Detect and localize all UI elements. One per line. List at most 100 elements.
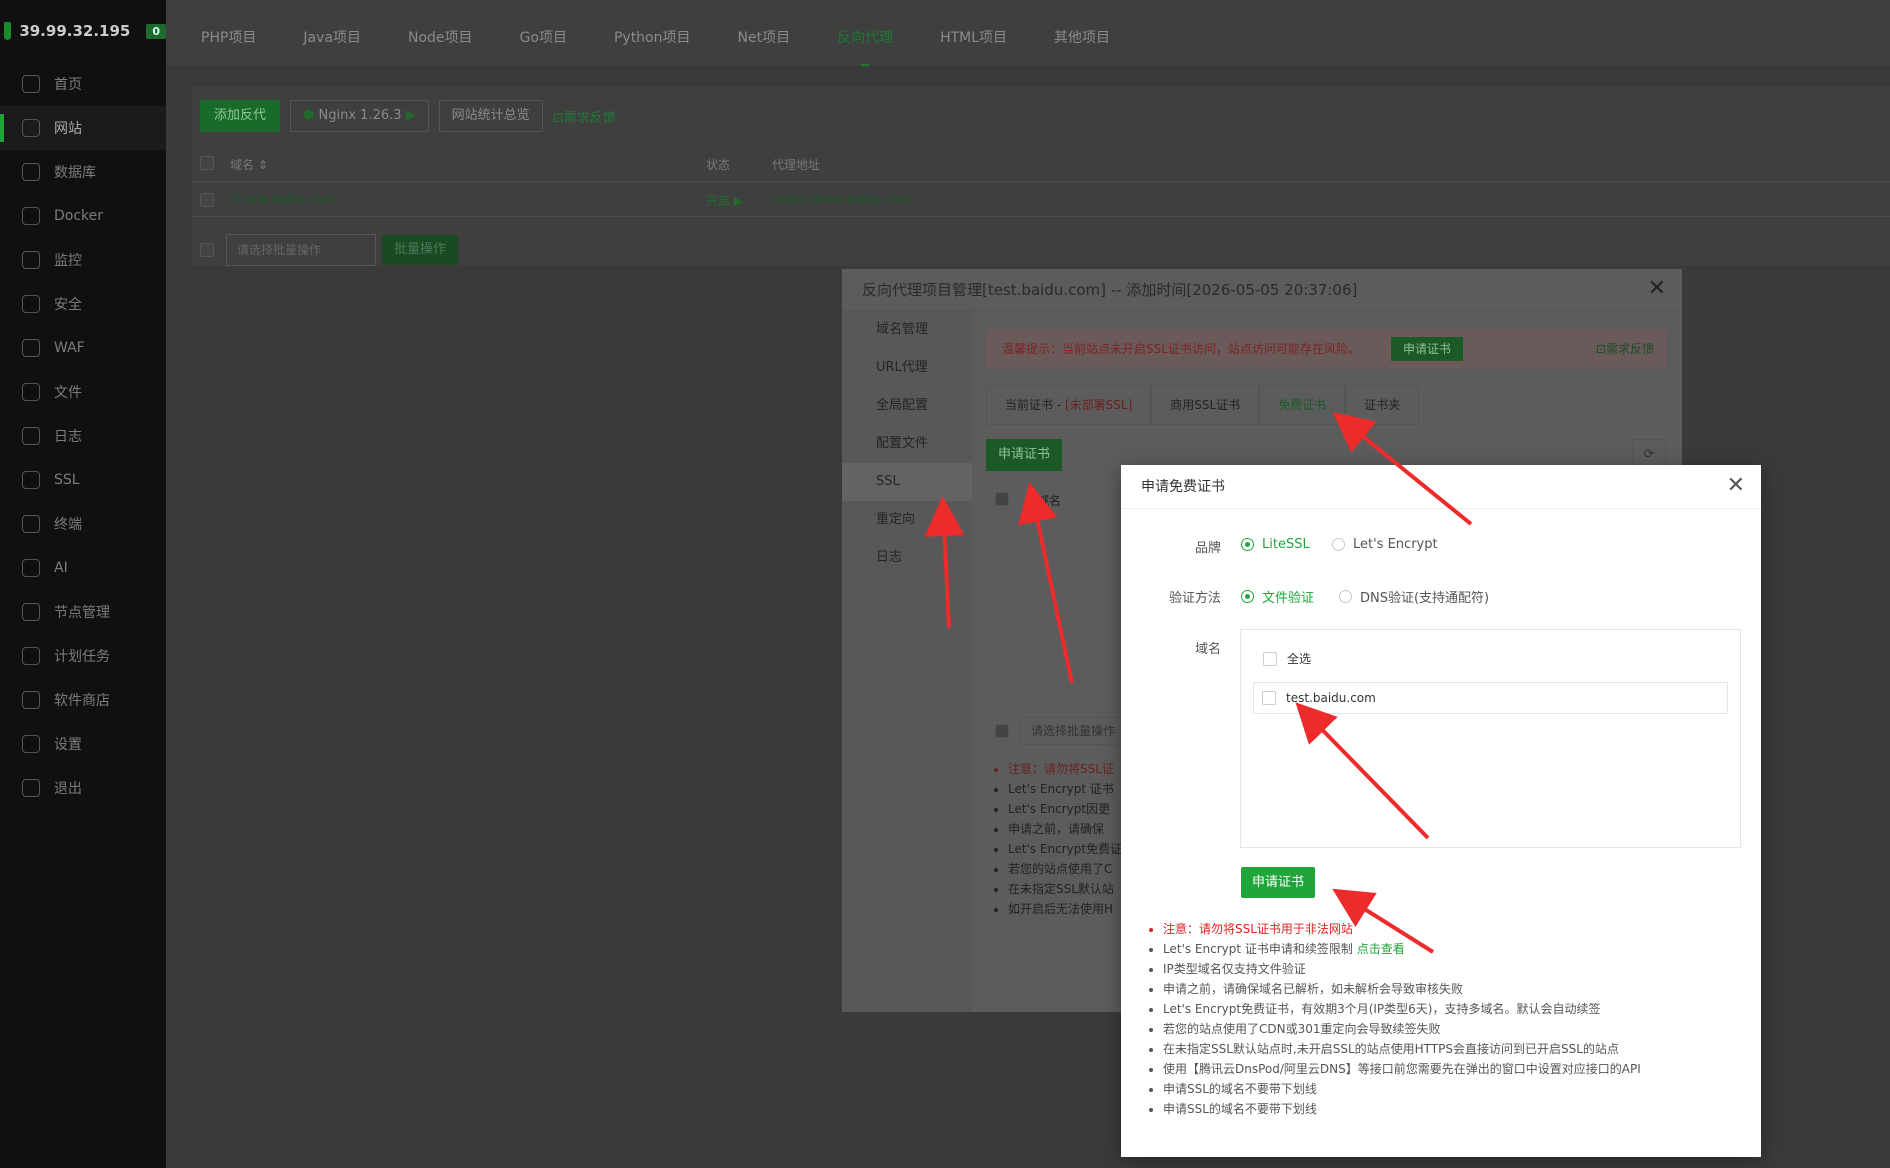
sidebar-item[interactable]: 节点管理 [0,590,166,634]
sidebar-item[interactable]: AI [0,546,166,590]
select-all-checkbox[interactable] [200,156,214,170]
proxy-nav-item[interactable]: SSL [842,463,972,501]
add-proxy-button[interactable]: 添加反代 [200,100,281,132]
sidebar-item-label: Docker [54,208,104,224]
sidebar-item-icon [22,735,40,753]
note-item: 申请SSL的域名不要带下划线 [1163,1079,1743,1099]
brand-letsencrypt-radio[interactable]: Let's Encrypt [1332,537,1438,552]
proxy-project-title: 反向代理项目管理[test.baidu.com] -- 添加时间[2026-05… [842,269,1682,311]
sidebar-item[interactable]: 日志 [0,414,166,458]
row-status[interactable]: 开启 ▶ [706,192,743,209]
select-all-label: 全选 [1287,652,1312,666]
proxy-nav-item[interactable]: 日志 [842,539,972,577]
sidebar-item[interactable]: Docker [0,194,166,238]
proxy-nav-item[interactable]: URL代理 [842,349,972,387]
warning-apply-button[interactable]: 申请证书 [1391,337,1464,361]
proj-note-item: Let's Encrypt免费证 [1008,839,1122,859]
tab-cert-folder[interactable]: 证书夹 [1345,385,1420,424]
nginx-version-button[interactable]: ⬢ Nginx 1.26.3 ▶ [290,100,429,132]
server-ip: 39.99.32.195 [19,22,131,40]
sidebar-item[interactable]: 首页 [0,62,166,106]
tab-current-cert[interactable]: 当前证书 - [未部署SSL] [986,385,1152,424]
tab-current-cert-status: [未部署SSL] [1064,398,1133,412]
batch-checkbox[interactable] [200,243,214,257]
proj-note-item: 若您的站点使用了C [1008,859,1122,879]
sidebar-item[interactable]: 文件 [0,370,166,414]
sidebar-item[interactable]: 监控 [0,238,166,282]
sidebar-item[interactable]: 计划任务 [0,634,166,678]
note-item: Let's Encrypt免费证书，有效期3个月(IP类型6天)，支持多域名。默… [1163,999,1743,1019]
proxy-project-close-icon[interactable]: ✕ [1648,278,1666,300]
sidebar-item-label: AI [54,560,68,576]
site-stats-button[interactable]: 网站统计总览 [438,100,543,132]
sidebar-item-icon [22,339,40,357]
brand-label: 品牌 [1194,541,1221,556]
sidebar-item-icon [22,383,40,401]
sidebar-item[interactable]: 软件商店 [0,678,166,722]
note-le-limit-link[interactable]: 点击查看 [1357,942,1405,956]
project-tab[interactable]: Net项目 [738,0,791,66]
sidebar-item[interactable]: 退出 [0,766,166,810]
domain-checkbox[interactable]: test.baidu.com [1262,691,1376,705]
row-proxy-link[interactable]: https://www.baidu.com [772,192,910,206]
verify-file-radio[interactable]: 文件验证 [1241,587,1314,606]
sidebar-item[interactable]: 安全 [0,282,166,326]
tab-commercial-ssl[interactable]: 商用SSL证书 [1151,385,1260,424]
sidebar-item-label: SSL [54,472,80,488]
proj-batch-checkbox[interactable] [995,724,1009,738]
project-tab[interactable]: HTML项目 [940,0,1007,66]
proxy-nav-item[interactable]: 配置文件 [842,425,972,463]
tab-free-cert[interactable]: 免费证书 [1259,385,1346,424]
project-tab[interactable]: Node项目 [408,0,473,66]
col-domain-label: 域名 [230,158,255,172]
sidebar-item-icon [22,295,40,313]
feedback-link[interactable]: ⊡需求反馈 [553,107,616,126]
server-badge[interactable]: 0 [146,23,166,39]
proxy-nav-item[interactable]: 域名管理 [842,311,972,349]
note-warning: 注意：请勿将SSL证书用于非法网站 [1163,919,1743,939]
select-all-checkbox[interactable]: 全选 [1263,650,1311,667]
sidebar-item[interactable]: 终端 [0,502,166,546]
note-le-limit-text: Let's Encrypt 证书申请和续签限制 [1163,942,1357,956]
sidebar-item[interactable]: 数据库 [0,150,166,194]
verify-label: 验证方法 [1168,591,1221,606]
sidebar-item[interactable]: 网站 [0,106,166,150]
project-tab[interactable]: Java项目 [303,0,361,66]
note-item: 申请SSL的域名不要带下划线 [1163,1099,1743,1119]
warning-feedback-link[interactable]: ⊡需求反馈 [1596,329,1654,369]
apply-cert-button[interactable]: 申请证书 [1241,867,1315,898]
proxy-nav-item[interactable]: 重定向 [842,501,972,539]
verify-dns-radio[interactable]: DNS验证(支持通配符) [1339,587,1489,606]
batch-select[interactable]: 请选择批量操作 [226,234,376,266]
sidebar-item-icon [22,207,40,225]
col-proxy: 代理地址 [772,158,821,172]
sidebar-menu: 首页 网站 数据库 Docker 监控 安全 WAF 文件 日志 SSL 终端 AI 节点管理 计划任务软… [0,62,166,810]
table-header: 域名 ⇕ 状态 代理地址 [192,148,1890,178]
project-tab[interactable]: Go项目 [520,0,567,66]
project-tab[interactable]: PHP项目 [201,0,256,66]
project-tab[interactable]: Python项目 [614,0,691,66]
sidebar-item-icon [22,427,40,445]
sidebar-item[interactable]: SSL [0,458,166,502]
brand-litessl-radio[interactable]: LiteSSL [1241,537,1310,552]
row-checkbox[interactable] [200,193,214,207]
col-domain[interactable]: 域名 ⇕ [230,156,268,173]
proj-notes-list: 注意：请勿将SSL证Let's Encrypt 证书Let's Encrypt因… [992,759,1122,919]
sidebar-item[interactable]: 设置 [0,722,166,766]
sidebar: 39.99.32.195 0 首页 网站 数据库 Docker 监控 安全 WAF 文件 日志 S… [0,0,166,1168]
proj-cert-select-all-checkbox[interactable] [995,492,1009,506]
proj-apply-cert-button[interactable]: 申请证书 [986,439,1063,471]
proj-note-item: 在未指定SSL默认站 [1008,879,1122,899]
row-domain-link[interactable]: ⛨ test.baidu.com [232,192,335,207]
project-tab[interactable]: 反向代理 [837,0,893,66]
batch-bar: 请选择批量操作 批量操作 [200,234,459,266]
batch-button[interactable]: 批量操作 [382,235,459,265]
proj-note-item: 注意：请勿将SSL证 [1008,759,1122,779]
project-tab[interactable]: 其他项目 [1054,0,1110,66]
free-cert-close-icon[interactable]: ✕ [1727,475,1745,497]
proxy-nav-item[interactable]: 全局配置 [842,387,972,425]
feedback-label: 需求反馈 [563,110,616,126]
domain-item[interactable]: test.baidu.com [1253,682,1728,714]
sidebar-item[interactable]: WAF [0,326,166,370]
project-tabs: PHP项目 Java项目 Node项目 Go项目 Python项目 Net项目 反向代理 HT… [166,0,1890,66]
